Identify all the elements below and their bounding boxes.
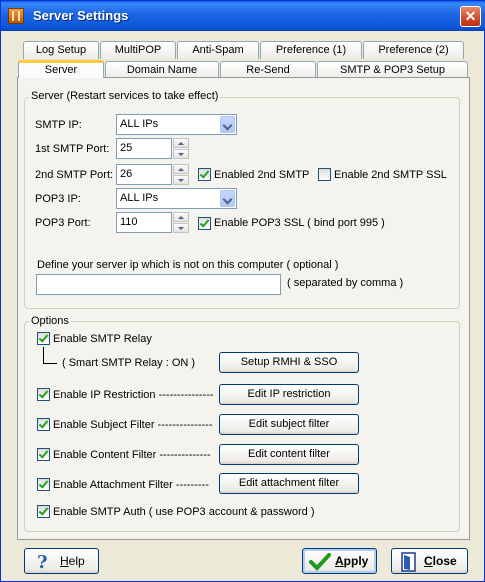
enable-smtp-auth-label: Enable SMTP Auth ( use POP3 account & pa… xyxy=(53,506,315,518)
spin-down-icon[interactable] xyxy=(173,149,189,159)
edit-ip-restriction-button[interactable]: Edit IP restriction xyxy=(219,384,359,405)
enable-smtp-relay-checkbox[interactable] xyxy=(37,332,50,345)
edit-content-filter-button[interactable]: Edit content filter xyxy=(219,444,359,465)
relay-tree-line xyxy=(43,347,44,364)
help-button[interactable]: ? Help xyxy=(24,548,99,574)
spin-down-icon[interactable] xyxy=(173,175,189,185)
apply-check-icon xyxy=(309,553,331,571)
smtp-port2-value: 26 xyxy=(120,168,133,180)
tab-log-setup[interactable]: Log Setup xyxy=(23,41,99,59)
enable-2nd-smtp-ssl-checkbox[interactable] xyxy=(318,168,331,181)
smtp-ip-value: ALL IPs xyxy=(120,118,159,130)
help-icon: ? xyxy=(37,552,48,571)
spin-down-icon[interactable] xyxy=(173,223,189,233)
enable-content-filter-label: Enable Content Filter -------------- xyxy=(53,449,211,461)
close-accel: C xyxy=(424,554,433,568)
setup-rmhi-sso-button[interactable]: Setup RMHI & SSO xyxy=(219,352,359,373)
enable-ip-restriction-label: Enable IP Restriction --------------- xyxy=(53,389,214,401)
enable-subject-filter-label: Enable Subject Filter --------------- xyxy=(53,419,213,431)
options-group-title: Options xyxy=(29,315,71,327)
close-door-icon xyxy=(401,552,416,572)
tab-preference-1[interactable]: Preference (1) xyxy=(260,41,362,59)
pop3-port-input[interactable]: 110 xyxy=(116,212,172,233)
window-title: Server Settings xyxy=(33,8,129,23)
pop3-port-stepper[interactable] xyxy=(173,212,189,233)
server-group-title: Server (Restart services to take effect) xyxy=(29,90,221,102)
enable-content-filter-checkbox[interactable] xyxy=(37,448,50,461)
smtp-port2-label: 2nd SMTP Port: xyxy=(35,169,114,181)
help-label: elp xyxy=(68,554,85,568)
svg-text:?: ? xyxy=(37,552,48,571)
smtp-port2-stepper[interactable] xyxy=(173,164,189,185)
pop3-ip-label: POP3 IP: xyxy=(35,193,81,205)
title-bar[interactable]: Server Settings ✕ xyxy=(1,1,485,31)
enable-pop3-ssl-label: Enable POP3 SSL ( bind port 995 ) xyxy=(214,217,385,229)
enabled-2nd-smtp-checkbox[interactable] xyxy=(198,168,211,181)
close-icon: ✕ xyxy=(464,8,477,24)
spin-up-icon[interactable] xyxy=(173,164,189,174)
pop3-ip-value: ALL IPs xyxy=(120,192,159,204)
enable-attachment-filter-label: Enable Attachment Filter --------- xyxy=(53,479,209,491)
pop3-port-value: 110 xyxy=(120,216,138,228)
spin-up-icon[interactable] xyxy=(173,138,189,148)
tab-server[interactable]: Server xyxy=(18,60,104,78)
smtp-port1-input[interactable]: 25 xyxy=(116,138,172,159)
enable-pop3-ssl-checkbox[interactable] xyxy=(198,217,211,230)
enable-subject-filter-checkbox[interactable] xyxy=(37,418,50,431)
smtp-port1-label: 1st SMTP Port: xyxy=(35,143,110,155)
tab-anti-spam[interactable]: Anti-Spam xyxy=(177,41,259,59)
apply-accel: A xyxy=(335,554,344,568)
apply-button[interactable]: Apply xyxy=(302,548,377,574)
app-icon xyxy=(8,8,24,24)
edit-subject-filter-button[interactable]: Edit subject filter xyxy=(219,414,359,435)
help-accel: H xyxy=(60,554,69,568)
smtp-port1-value: 25 xyxy=(120,142,133,154)
smart-smtp-relay-status: ( Smart SMTP Relay : ON ) xyxy=(62,357,196,369)
enabled-2nd-smtp-label: Enabled 2nd SMTP xyxy=(214,169,310,181)
edit-attachment-filter-button[interactable]: Edit attachment filter xyxy=(219,473,359,494)
server-settings-window: Server Settings ✕ Log Setup MultiPOP Ant… xyxy=(0,0,485,582)
smtp-ip-select[interactable]: ALL IPs xyxy=(116,114,237,135)
enable-attachment-filter-checkbox[interactable] xyxy=(37,478,50,491)
spin-up-icon[interactable] xyxy=(173,212,189,222)
define-server-ip-input[interactable] xyxy=(36,274,281,295)
tab-preference-2[interactable]: Preference (2) xyxy=(363,41,464,59)
pop3-ip-select[interactable]: ALL IPs xyxy=(116,188,237,209)
close-window-button[interactable]: ✕ xyxy=(460,6,481,27)
define-server-ip-label: Define your server ip which is not on th… xyxy=(37,259,339,271)
dropdown-arrow-icon[interactable] xyxy=(220,190,235,207)
relay-tree-branch xyxy=(43,363,57,364)
apply-label: pply xyxy=(343,554,369,568)
close-button[interactable]: Close xyxy=(391,548,468,574)
pop3-port-label: POP3 Port: xyxy=(35,217,91,229)
enable-2nd-smtp-ssl-label: Enable 2nd SMTP SSL xyxy=(334,169,447,181)
separated-by-comma-hint: ( separated by comma ) xyxy=(287,277,404,289)
smtp-port2-input[interactable]: 26 xyxy=(116,164,172,185)
smtp-port1-stepper[interactable] xyxy=(173,138,189,159)
enable-smtp-relay-label: Enable SMTP Relay xyxy=(53,333,152,345)
tab-multipop[interactable]: MultiPOP xyxy=(100,41,176,59)
enable-ip-restriction-checkbox[interactable] xyxy=(37,388,50,401)
enable-smtp-auth-checkbox[interactable] xyxy=(37,505,50,518)
smtp-ip-label: SMTP IP: xyxy=(35,119,82,131)
close-label: lose xyxy=(432,554,457,568)
dropdown-arrow-icon[interactable] xyxy=(220,116,235,133)
